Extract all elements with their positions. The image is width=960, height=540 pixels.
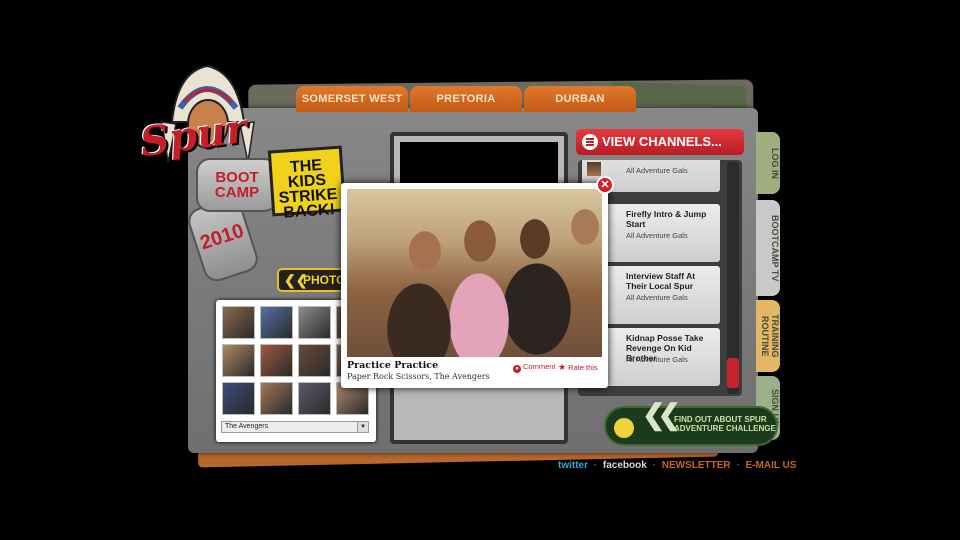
kids-strike-back-badge: THE KIDS STRIKE BACK! (267, 145, 347, 222)
channel-subtitle: All Adventure Gals (626, 293, 688, 302)
channel-title: Firefly Intro & Jump Start (626, 209, 707, 229)
gallery-thumbnail[interactable] (298, 382, 331, 415)
footer-separator: · (593, 460, 598, 471)
photo-title: Practice Practice (347, 360, 439, 371)
footer-separator: · (652, 460, 656, 471)
channel-subtitle: All Adventure Gals (626, 231, 688, 240)
rate-label: Rate this (568, 363, 598, 372)
channel-title: Interview Staff At Their Local Spur (626, 271, 696, 291)
side-tab-bootcamp-tv[interactable]: BOOTCAMP TV (756, 200, 780, 296)
tab-somerset-west[interactable]: SOMERSET WEST (296, 86, 408, 112)
side-tab-log-in[interactable]: LOG IN (756, 132, 780, 194)
close-icon: ✕ (600, 179, 610, 191)
email-us-link[interactable]: E-MAIL US (746, 460, 797, 471)
twitter-link[interactable]: twitter (558, 460, 588, 471)
channel-subtitle: All Adventure Gals (626, 166, 688, 175)
tab-durban[interactable]: DURBAN (524, 86, 636, 112)
side-tab-training-routine[interactable]: TRAINING ROUTINE (756, 300, 780, 372)
rate-button[interactable]: ★ Rate this (558, 362, 598, 373)
adventure-challenge-button[interactable]: ❮❮ FIND OUT ABOUT SPUR ADVENTURE CHALLEN… (604, 399, 778, 446)
gallery-thumbnail[interactable] (222, 382, 255, 415)
gallery-thumbnail[interactable] (222, 344, 255, 377)
comment-label: Comment (523, 362, 556, 371)
chevron-down-icon: ▼ (357, 422, 368, 432)
view-channels-label: VIEW CHANNELS... (602, 134, 722, 149)
newsletter-link[interactable]: NEWSLETTER (662, 460, 731, 471)
gallery-team-select[interactable]: The Avengers ▼ (221, 421, 369, 433)
photo-caption: Paper Rock Scissors, The Avengers (347, 372, 490, 381)
gallery-thumbnail[interactable] (260, 306, 293, 339)
channel-thumbnail (587, 162, 601, 176)
gallery-select-value: The Avengers (225, 423, 269, 430)
list-menu-icon (582, 134, 598, 150)
facebook-link[interactable]: facebook (603, 460, 647, 471)
footer-separator: · (736, 460, 740, 471)
channel-subtitle: All Adventure Gals (626, 355, 688, 364)
channel-scrollbar-thumb[interactable] (727, 358, 739, 388)
comment-icon: ● (513, 365, 521, 373)
gallery-thumbnail[interactable] (222, 306, 255, 339)
close-popup-button[interactable]: ✕ (596, 176, 614, 194)
double-chevron-left-icon: ❮❮ (284, 272, 308, 288)
footer-links: twitter · facebook · NEWSLETTER · E-MAIL… (558, 460, 796, 471)
tab-pretoria[interactable]: PRETORIA (410, 86, 522, 112)
comment-button[interactable]: ● Comment (513, 362, 556, 373)
gallery-thumbnail[interactable] (260, 382, 293, 415)
adventure-challenge-label: FIND OUT ABOUT SPUR ADVENTURE CHALLENGE (674, 415, 776, 433)
gallery-thumbnail[interactable] (298, 344, 331, 377)
gallery-thumbnail[interactable] (260, 344, 293, 377)
star-icon: ★ (558, 362, 567, 372)
popup-photo (347, 189, 602, 357)
yellow-dot-icon (614, 418, 634, 438)
double-chevron-left-icon: ❮❮ (642, 399, 681, 430)
dog-tag-bootcamp: BOOT CAMP (196, 158, 278, 212)
gallery-thumbnail[interactable] (298, 306, 331, 339)
photos-button[interactable]: ❮❮ PHOTOS (277, 268, 347, 292)
photo-popup: Practice Practice Paper Rock Scissors, T… (341, 183, 608, 388)
view-channels-button[interactable]: VIEW CHANNELS... (576, 129, 744, 155)
